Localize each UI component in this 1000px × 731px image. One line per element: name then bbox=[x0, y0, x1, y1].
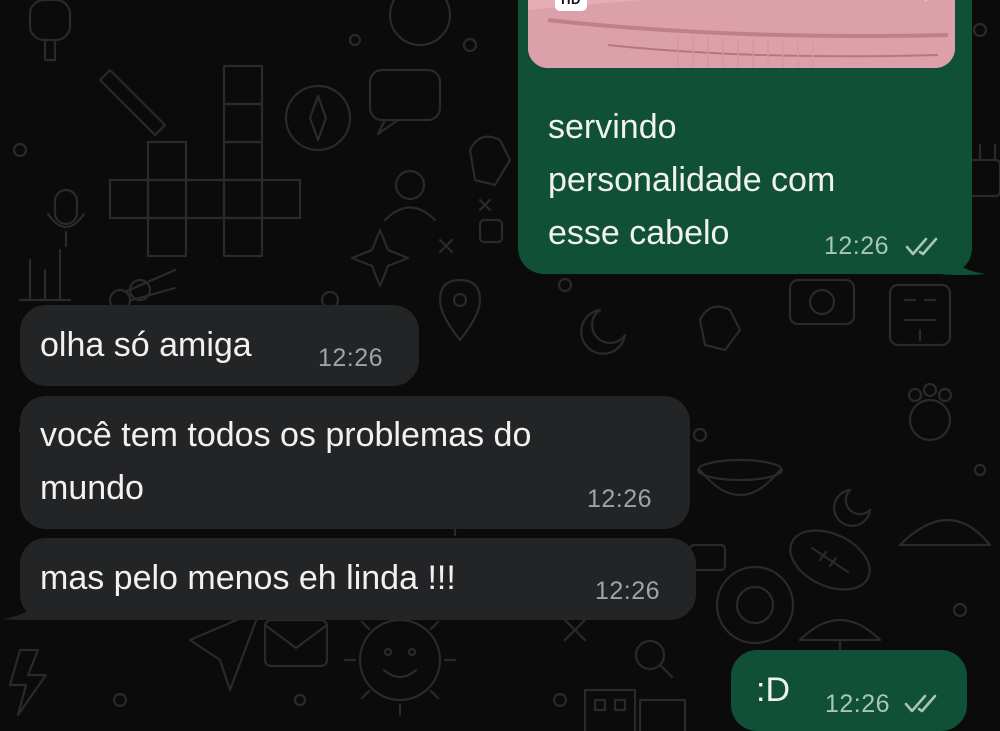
outgoing-image-message[interactable]: HD servindo personalidade com esse cabel… bbox=[518, 0, 972, 274]
message-time: 12:26 bbox=[595, 577, 661, 605]
message-text-line: :D bbox=[756, 671, 790, 709]
hd-badge: HD bbox=[555, 0, 587, 11]
message-time: 12:26 bbox=[825, 690, 891, 718]
incoming-message[interactable]: olha só amiga 12:26 bbox=[20, 305, 419, 386]
message-text-line: mundo bbox=[40, 469, 144, 507]
incoming-message[interactable]: você tem todos os problemas do mundo 12:… bbox=[20, 396, 690, 529]
double-check-icon bbox=[905, 237, 938, 256]
message-text-line: esse cabelo bbox=[548, 214, 730, 252]
message-text-line: mas pelo menos eh linda !!! bbox=[40, 559, 456, 597]
incoming-message[interactable]: mas pelo menos eh linda !!! 12:26 bbox=[20, 538, 696, 620]
image-content bbox=[528, 0, 955, 68]
message-text-line: olha só amiga bbox=[40, 326, 252, 364]
message-time: 12:26 bbox=[318, 344, 384, 372]
message-text-line: você tem todos os problemas do bbox=[40, 416, 532, 454]
double-check-icon bbox=[904, 694, 937, 713]
message-image[interactable]: HD bbox=[528, 0, 955, 68]
outgoing-message[interactable]: :D 12:26 bbox=[731, 650, 967, 731]
message-time: 12:26 bbox=[824, 232, 890, 260]
message-text-line: personalidade com bbox=[548, 161, 836, 199]
message-text-line: servindo bbox=[548, 108, 677, 146]
message-time: 12:26 bbox=[587, 485, 653, 513]
